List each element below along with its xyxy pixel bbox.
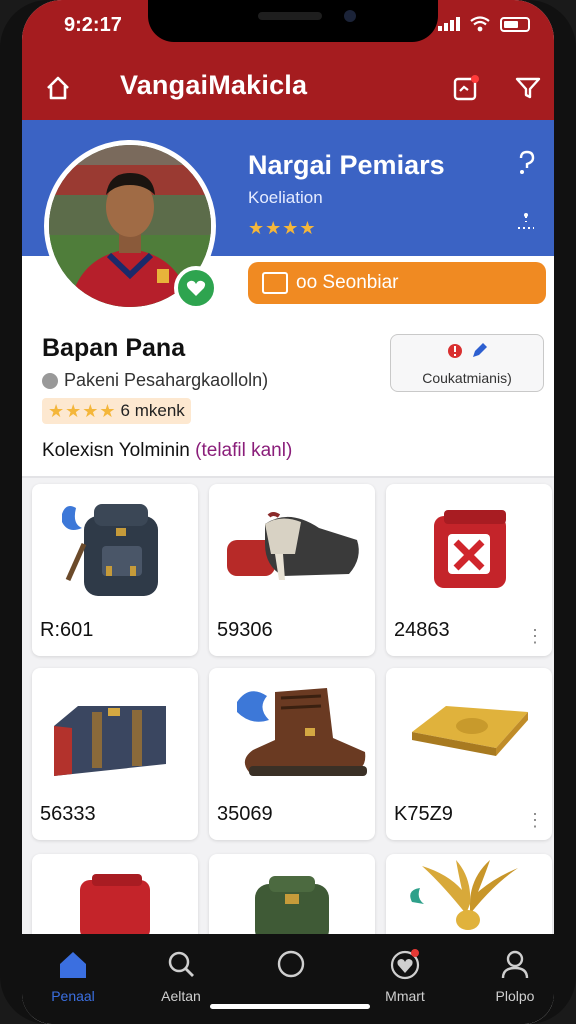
divider xyxy=(22,476,554,478)
screen: 9:2:17 VangaiMakicla Nargai Pemiars Koel… xyxy=(22,0,554,1024)
header-stars: ★★★★ xyxy=(248,218,317,238)
inbox-icon[interactable] xyxy=(446,68,486,108)
follow-button[interactable]: oo Seonbiar xyxy=(248,262,546,304)
home-indicator[interactable] xyxy=(210,1004,370,1009)
notch xyxy=(148,0,438,42)
battery-icon xyxy=(500,16,530,32)
item-card[interactable]: 56333 xyxy=(32,668,198,840)
edit-icon xyxy=(473,343,487,357)
help-icon[interactable] xyxy=(516,150,538,182)
item-card[interactable]: 24863 ⋮ xyxy=(386,484,552,656)
nav-favorites[interactable]: Mmart xyxy=(360,948,450,1004)
follow-label: oo Seonbiar xyxy=(296,272,399,293)
user-location: Pakeni Pesahargkaolloln) xyxy=(42,370,268,391)
more-icon[interactable]: ⋮ xyxy=(526,811,544,829)
item-price: 59306 xyxy=(217,619,273,641)
rating-stars: ★★★★ xyxy=(48,400,117,421)
item-price: 24863 xyxy=(394,619,450,641)
phone-frame: 9:2:17 VangaiMakicla Nargai Pemiars Koel… xyxy=(0,0,576,1024)
status-bar: 9:2:17 xyxy=(22,0,554,56)
status-icons xyxy=(438,16,530,32)
filter-icon[interactable] xyxy=(508,68,548,108)
follow-icon xyxy=(262,272,288,294)
share-icon[interactable] xyxy=(514,212,538,239)
home-icon xyxy=(28,948,118,980)
boot-image xyxy=(237,688,367,776)
app-bar: VangaiMakicla xyxy=(22,56,554,120)
header-name: Nargai Pemiars xyxy=(248,150,445,180)
item-card[interactable]: 59306 xyxy=(209,484,375,656)
green-pack-image xyxy=(255,876,329,934)
gold-tile-image xyxy=(412,706,528,756)
contact-button[interactable]: Coukatmianis) xyxy=(390,334,544,392)
profile-icon xyxy=(470,948,554,980)
search-icon xyxy=(136,948,226,980)
nav-search-label: Aeltan xyxy=(161,988,201,1004)
item-price: R:601 xyxy=(40,619,94,641)
item-card[interactable]: K75Z9 ⋮ xyxy=(386,668,552,840)
alert-icon xyxy=(448,344,462,358)
cleats-image xyxy=(227,512,359,580)
user-name: Bapan Pana xyxy=(42,334,186,362)
wifi-icon xyxy=(470,16,490,32)
speaker xyxy=(258,12,322,20)
red-case-image xyxy=(80,874,150,934)
signal-icon xyxy=(438,17,460,31)
item-price: 56333 xyxy=(40,803,96,825)
nav-profile-label: Plolpo xyxy=(495,988,535,1004)
rating-text: 6 mkenk xyxy=(120,401,185,420)
nav-center[interactable] xyxy=(246,948,336,988)
location-icon xyxy=(42,372,58,389)
contact-label: Coukatmianis) xyxy=(422,370,512,386)
collection-heading: Kolexisn Yolminin (telafil kanl) xyxy=(42,440,292,462)
verified-badge-icon xyxy=(174,266,218,310)
nav-search[interactable]: Aeltan xyxy=(136,948,226,1004)
nav-home[interactable]: Penaal xyxy=(28,948,118,1004)
nav-home-label: Penaal xyxy=(51,988,95,1004)
rating-badge: ★★★★ 6 mkenk xyxy=(42,398,191,424)
status-time: 9:2:17 xyxy=(64,14,122,36)
item-card[interactable]: 35069 xyxy=(209,668,375,840)
collection-filter[interactable]: (telafil kanl) xyxy=(195,440,292,461)
header-subtitle: Koeliation xyxy=(248,188,323,207)
heart-icon xyxy=(360,948,450,980)
more-icon[interactable]: ⋮ xyxy=(526,627,544,645)
bottom-navigation: Penaal Aeltan Mmart Plolpo xyxy=(22,934,554,1024)
collection-title: Kolexisn Yolminin xyxy=(42,440,190,461)
nav-profile[interactable]: Plolpo xyxy=(470,948,554,1004)
red-box-image xyxy=(434,510,506,588)
location-text: Pakeni Pesahargkaolloln) xyxy=(64,370,269,390)
item-price: 35069 xyxy=(217,803,273,825)
app-title: VangaiMakicla xyxy=(120,70,308,100)
front-camera xyxy=(344,10,356,22)
home-icon[interactable] xyxy=(38,68,78,108)
backpack-image xyxy=(62,504,158,596)
nav-favorites-label: Mmart xyxy=(385,988,425,1004)
circle-icon xyxy=(246,948,336,980)
item-price: K75Z9 xyxy=(394,803,453,825)
gold-wings-image xyxy=(410,860,518,930)
duffel-bag-image xyxy=(54,706,166,776)
item-card[interactable]: R:601 xyxy=(32,484,198,656)
